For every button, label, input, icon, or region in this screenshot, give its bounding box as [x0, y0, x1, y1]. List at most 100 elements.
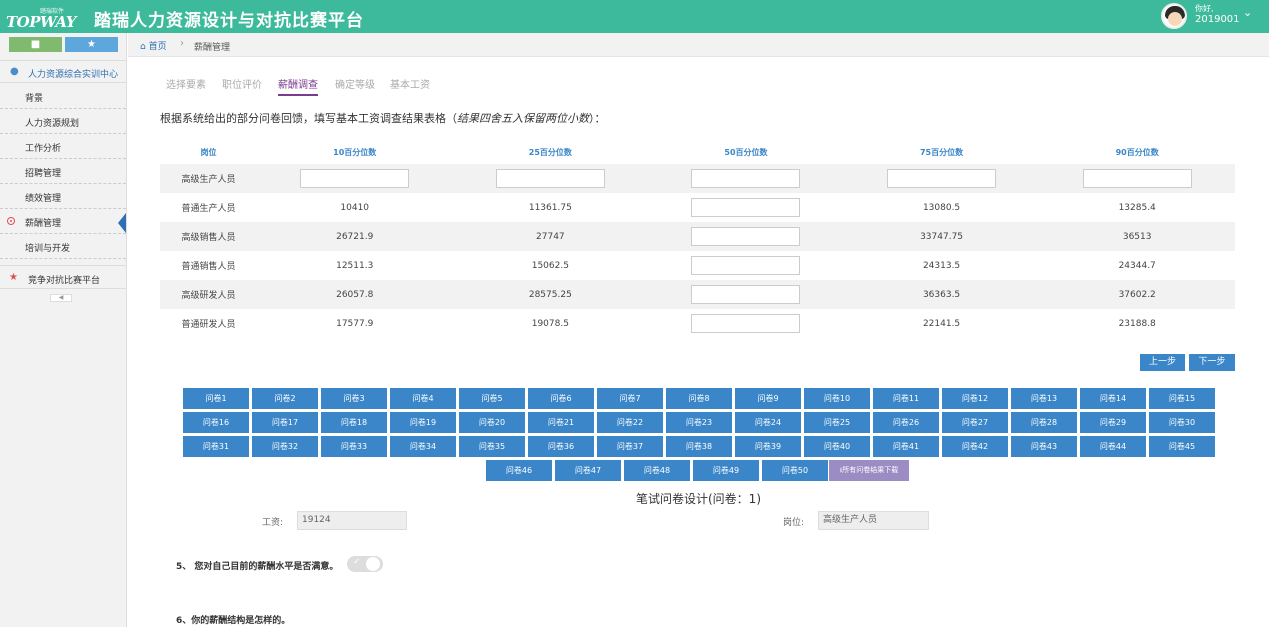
questionnaire-button-16[interactable]: 问卷16 [183, 412, 249, 433]
avatar[interactable] [1161, 3, 1187, 29]
questionnaire-button-7[interactable]: 问卷7 [597, 388, 663, 409]
table-row: 普通销售人员 12511.3 15062.5 24313.5 24344.7 [160, 251, 1235, 280]
tab-job-evaluation[interactable]: 职位评价 [222, 76, 262, 91]
collapse-sidebar-icon[interactable]: ◀ [50, 294, 72, 302]
questionnaire-button-8[interactable]: 问卷8 [666, 388, 732, 409]
questionnaire-button-36[interactable]: 问卷36 [528, 436, 594, 457]
p75-cell: 22141.5 [922, 318, 961, 329]
questionnaire-button-43[interactable]: 问卷43 [1011, 436, 1077, 457]
questionnaire-button-38[interactable]: 问卷38 [666, 436, 732, 457]
questionnaire-button-4[interactable]: 问卷4 [390, 388, 456, 409]
questionnaire-button-30[interactable]: 问卷30 [1149, 412, 1215, 433]
prev-step-button[interactable]: 上一步 [1140, 354, 1185, 371]
questionnaire-button-3[interactable]: 问卷3 [321, 388, 387, 409]
p50-input[interactable] [691, 169, 801, 188]
tab-select-factors[interactable]: 选择要素 [166, 76, 206, 91]
questionnaire-button-9[interactable]: 问卷9 [735, 388, 801, 409]
questionnaire-button-50[interactable]: 问卷50 [762, 460, 828, 481]
tab-salary-survey[interactable]: 薪酬调查 [278, 76, 318, 96]
sidebar-item-recruitment[interactable]: 招聘管理 [0, 159, 126, 184]
salary-field: 19124 [297, 511, 407, 530]
satisfaction-toggle[interactable]: ✓ [347, 556, 383, 572]
questionnaire-button-48[interactable]: 问卷48 [624, 460, 690, 481]
p10-input[interactable] [300, 169, 410, 188]
table-header-row: 岗位 10百分位数 25百分位数 50百分位数 75百分位数 90百分位数 [160, 140, 1235, 164]
questionnaire-button-15[interactable]: 问卷15 [1149, 388, 1215, 409]
questionnaire-button-14[interactable]: 问卷14 [1080, 388, 1146, 409]
sidebar-item-training[interactable]: 培训与开发 [0, 234, 126, 259]
questionnaire-button-24[interactable]: 问卷24 [735, 412, 801, 433]
user-id[interactable]: 2019001 [1195, 14, 1240, 25]
questionnaire-button-37[interactable]: 问卷37 [597, 436, 663, 457]
next-step-button[interactable]: 下一步 [1189, 354, 1235, 371]
questionnaire-button-13[interactable]: 问卷13 [1011, 388, 1077, 409]
sidebar-item-job-analysis[interactable]: 工作分析 [0, 134, 126, 159]
breadcrumb: ⌂ 首页 › 薪酬管理 [128, 33, 1269, 57]
sidebar-item-hr-planning[interactable]: 人力资源规划 [0, 109, 126, 134]
questionnaire-button-1[interactable]: 问卷1 [183, 388, 249, 409]
questionnaire-button-22[interactable]: 问卷22 [597, 412, 663, 433]
post-field: 高级生产人员 [818, 511, 929, 530]
questionnaire-button-34[interactable]: 问卷34 [390, 436, 456, 457]
tab-base-salary[interactable]: 基本工资 [390, 76, 430, 91]
instruction-italic: 结果四舍五入保留两位小数 [457, 112, 589, 125]
p50-input[interactable] [691, 314, 801, 333]
questionnaire-button-23[interactable]: 问卷23 [666, 412, 732, 433]
questionnaire-button-6[interactable]: 问卷6 [528, 388, 594, 409]
sidebar-item-performance[interactable]: 绩效管理 [0, 184, 126, 209]
questionnaire-button-33[interactable]: 问卷33 [321, 436, 387, 457]
questionnaire-button-49[interactable]: 问卷49 [693, 460, 759, 481]
post-cell: 普通研发人员 [181, 320, 236, 330]
p90-input[interactable] [1082, 169, 1192, 188]
questionnaire-button-26[interactable]: 问卷26 [873, 412, 939, 433]
sidebar-training-button[interactable]: ■ [9, 37, 62, 52]
table-row: 高级生产人员 [160, 164, 1235, 193]
questionnaire-button-25[interactable]: 问卷25 [804, 412, 870, 433]
p50-input[interactable] [691, 227, 801, 246]
target-icon [7, 217, 15, 225]
sidebar-item-compensation[interactable]: 薪酬管理 [0, 209, 126, 234]
table-row: 高级研发人员 26057.8 28575.25 36363.5 37602.2 [160, 280, 1235, 309]
questionnaire-button-47[interactable]: 问卷47 [555, 460, 621, 481]
questionnaire-button-11[interactable]: 问卷11 [873, 388, 939, 409]
questionnaire-button-35[interactable]: 问卷35 [459, 436, 525, 457]
questionnaire-button-18[interactable]: 问卷18 [321, 412, 387, 433]
questionnaire-button-10[interactable]: 问卷10 [804, 388, 870, 409]
download-all-button[interactable]: ⭳所有问卷结果下载 [829, 460, 909, 481]
questionnaire-button-5[interactable]: 问卷5 [459, 388, 525, 409]
questionnaire-button-12[interactable]: 问卷12 [942, 388, 1008, 409]
p50-input[interactable] [691, 198, 801, 217]
p50-input[interactable] [691, 256, 801, 275]
questionnaire-button-27[interactable]: 问卷27 [942, 412, 1008, 433]
sidebar-competition-button[interactable]: ★ [65, 37, 118, 52]
questionnaire-button-19[interactable]: 问卷19 [390, 412, 456, 433]
questionnaire-button-31[interactable]: 问卷31 [183, 436, 249, 457]
questionnaire-button-40[interactable]: 问卷40 [804, 436, 870, 457]
questionnaire-button-32[interactable]: 问卷32 [252, 436, 318, 457]
questionnaire-button-41[interactable]: 问卷41 [873, 436, 939, 457]
questionnaire-button-45[interactable]: 问卷45 [1149, 436, 1215, 457]
sidebar-item-competition-platform[interactable]: ★ 竞争对抗比赛平台 [0, 265, 126, 289]
sidebar-section-hr-center[interactable]: ● 人力资源综合实训中心 [0, 60, 126, 83]
questionnaire-button-29[interactable]: 问卷29 [1080, 412, 1146, 433]
questionnaire-button-21[interactable]: 问卷21 [528, 412, 594, 433]
questionnaire-button-20[interactable]: 问卷20 [459, 412, 525, 433]
p75-input[interactable] [887, 169, 997, 188]
questionnaire-button-39[interactable]: 问卷39 [735, 436, 801, 457]
questionnaire-button-28[interactable]: 问卷28 [1011, 412, 1077, 433]
questionnaire-button-17[interactable]: 问卷17 [252, 412, 318, 433]
questionnaire-button-44[interactable]: 问卷44 [1080, 436, 1146, 457]
p25-cell: 27747 [452, 222, 649, 251]
breadcrumb-home[interactable]: ⌂ 首页 [140, 39, 167, 52]
sidebar-item-background[interactable]: 背景 [0, 84, 126, 109]
questionnaire-button-46[interactable]: 问卷46 [486, 460, 552, 481]
p50-input[interactable] [691, 285, 801, 304]
questionnaire-button-42[interactable]: 问卷42 [942, 436, 1008, 457]
p10-cell: 10410 [340, 202, 370, 213]
tab-determine-grades[interactable]: 确定等级 [335, 76, 375, 91]
questionnaire-button-2[interactable]: 问卷2 [252, 388, 318, 409]
p25-input[interactable] [495, 169, 605, 188]
chevron-down-icon[interactable]: ⌄ [1243, 6, 1252, 19]
p75-cell [843, 164, 1040, 193]
topway-logo[interactable]: 踏瑞软件 TOPWAY [6, 4, 77, 31]
